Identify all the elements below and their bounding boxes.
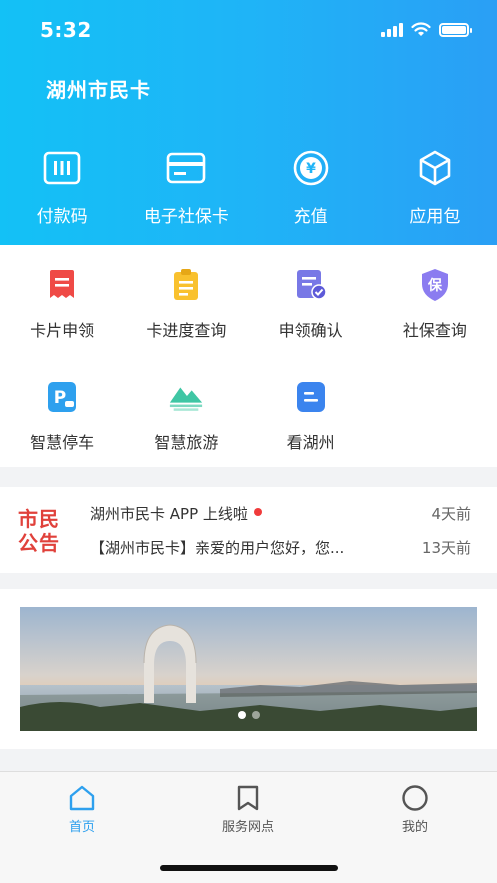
- notice-date: 13天前: [421, 539, 471, 557]
- profile-circle-icon: [402, 785, 428, 811]
- view-huzhou-label: 看湖州: [286, 433, 335, 452]
- tab-service-points-label: 服务网点: [221, 820, 274, 835]
- tab-home-label: 首页: [68, 820, 95, 835]
- carousel-dot[interactable]: [237, 711, 246, 719]
- e-social-card-label: 电子社保卡: [143, 207, 229, 227]
- social-security-button[interactable]: 保 社保查询: [373, 267, 497, 341]
- smart-tourism-label: 智慧旅游: [154, 433, 219, 452]
- smart-tourism-button[interactable]: 智慧旅游: [124, 379, 248, 453]
- header: 5:32 湖州市民卡 付款码 电子社保卡 ¥ 充值 应用包: [0, 0, 497, 245]
- apply-confirm-label: 申领确认: [278, 321, 343, 340]
- svg-text:¥: ¥: [306, 161, 316, 177]
- progress-query-icon: [168, 267, 204, 303]
- progress-query-label: 卡进度查询: [146, 321, 227, 340]
- recharge-yen-icon: ¥: [291, 148, 331, 188]
- notice-title-wrap: 湖州市民卡 APP 上线啦: [90, 503, 262, 524]
- notice-logo: 市民 公告: [18, 507, 66, 555]
- home-icon: [69, 785, 95, 811]
- recharge-button[interactable]: ¥ 充值: [249, 148, 373, 227]
- payment-code-icon: [42, 148, 82, 188]
- notice-item[interactable]: 湖州市民卡 APP 上线啦 4天前: [90, 503, 471, 524]
- bookmark-icon: [237, 785, 259, 811]
- tab-service-points[interactable]: 服务网点: [188, 784, 308, 835]
- app-package-label: 应用包: [409, 207, 461, 227]
- view-huzhou-icon: [293, 379, 329, 415]
- notice-item[interactable]: 【湖州市民卡】亲爱的用户您好，您... 13天前: [90, 537, 471, 558]
- tab-mine[interactable]: 我的: [355, 784, 475, 835]
- wifi-icon: [411, 22, 431, 36]
- progress-query-button[interactable]: 卡进度查询: [124, 267, 248, 341]
- unread-dot: [253, 508, 262, 516]
- home-indicator[interactable]: [160, 865, 338, 871]
- notice-logo-line2: 公告: [18, 531, 60, 555]
- notice-logo-line1: 市民: [18, 507, 60, 531]
- card-apply-icon: [44, 267, 80, 303]
- tab-home[interactable]: 首页: [22, 784, 142, 835]
- payment-code-button[interactable]: 付款码: [0, 148, 124, 227]
- e-social-card-icon: [166, 148, 206, 188]
- banner-card: [0, 589, 497, 749]
- card-apply-button[interactable]: 卡片申领: [0, 267, 124, 341]
- app-screen: 5:32 湖州市民卡 付款码 电子社保卡 ¥ 充值 应用包 卡片申领 卡进度查询…: [0, 0, 497, 883]
- card-apply-label: 卡片申领: [30, 321, 95, 340]
- recharge-label: 充值: [293, 207, 328, 227]
- signal-icon: [381, 22, 403, 37]
- apply-confirm-icon: [293, 267, 329, 303]
- notice-title: 湖州市民卡 APP 上线啦: [90, 505, 248, 523]
- smart-parking-icon: P: [44, 379, 80, 415]
- app-package-icon: [415, 148, 455, 188]
- apply-confirm-button[interactable]: 申领确认: [249, 267, 373, 341]
- e-social-card-button[interactable]: 电子社保卡: [124, 148, 248, 227]
- services-grid: 卡片申领 卡进度查询 申领确认 保 社保查询 P 智慧停车 智慧旅游 看湖州: [0, 245, 497, 467]
- smart-tourism-icon: [168, 379, 204, 415]
- page-title: 湖州市民卡: [46, 78, 151, 102]
- social-security-icon: 保: [417, 267, 453, 303]
- notice-board: 市民 公告 湖州市民卡 APP 上线啦 4天前 【湖州市民卡】亲爱的用户您好，您…: [0, 487, 497, 573]
- app-package-button[interactable]: 应用包: [373, 148, 497, 227]
- notice-title: 【湖州市民卡】亲爱的用户您好，您...: [90, 539, 345, 557]
- quick-actions: 付款码 电子社保卡 ¥ 充值 应用包: [0, 148, 497, 227]
- status-icons: [381, 22, 472, 37]
- battery-icon: [439, 22, 472, 37]
- svg-text:保: 保: [427, 277, 443, 294]
- view-huzhou-button[interactable]: 看湖州: [249, 379, 373, 453]
- banner-carousel[interactable]: [20, 607, 477, 731]
- carousel-dot[interactable]: [251, 711, 260, 719]
- status-time: 5:32: [40, 18, 92, 42]
- svg-text:P: P: [54, 388, 66, 408]
- status-bar: 5:32: [0, 0, 497, 56]
- social-security-label: 社保查询: [402, 321, 467, 340]
- services-row-2: P 智慧停车 智慧旅游 看湖州: [0, 379, 497, 453]
- services-row-1: 卡片申领 卡进度查询 申领确认 保 社保查询: [0, 267, 497, 341]
- carousel-dots[interactable]: [20, 711, 477, 719]
- notice-date: 4天前: [431, 505, 471, 523]
- smart-parking-label: 智慧停车: [30, 433, 95, 452]
- smart-parking-button[interactable]: P 智慧停车: [0, 379, 124, 453]
- payment-code-label: 付款码: [36, 207, 88, 227]
- tab-mine-label: 我的: [401, 820, 428, 835]
